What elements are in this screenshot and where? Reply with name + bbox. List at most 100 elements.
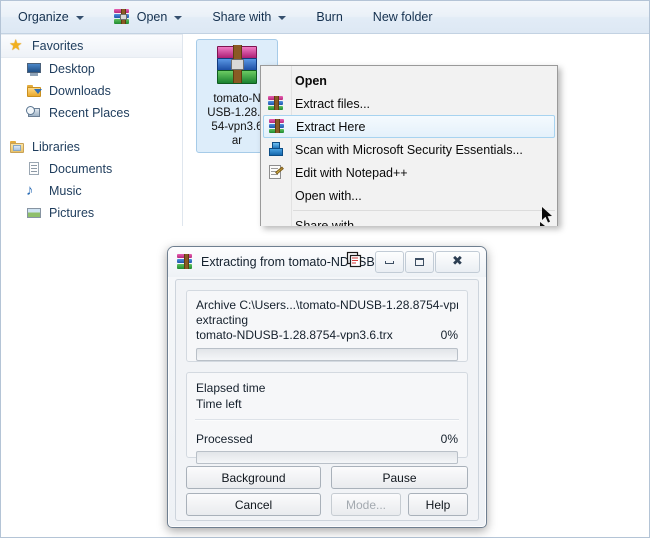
context-menu-item-label: Scan with Microsoft Security Essentials.… bbox=[295, 142, 523, 157]
mouse-cursor-icon bbox=[542, 207, 552, 223]
security-essentials-icon bbox=[268, 141, 284, 157]
elapsed-time-label: Elapsed time bbox=[196, 381, 266, 395]
processed-label: Processed bbox=[196, 432, 253, 446]
sidebar-item-desktop[interactable]: Desktop bbox=[1, 58, 182, 80]
navigation-pane: ★ Favorites Desktop Downloads Recent Pla… bbox=[1, 34, 183, 226]
context-menu-item-label: Extract Here bbox=[296, 119, 366, 134]
context-menu-item-label: Share with bbox=[295, 218, 355, 227]
archive-path-line: Archive C:\Users...\tomato-NDUSB-1.28.87… bbox=[196, 298, 458, 312]
toolbar-open-label: Open bbox=[136, 10, 168, 24]
maximize-button[interactable] bbox=[405, 251, 434, 273]
minimize-icon bbox=[385, 260, 394, 264]
background-button[interactable]: Background bbox=[186, 466, 321, 489]
context-menu-item-share-with[interactable]: Share with bbox=[261, 214, 557, 226]
pause-button-label: Pause bbox=[382, 470, 417, 485]
archive-progress-group: Archive C:\Users...\tomato-NDUSB-1.28.87… bbox=[186, 290, 468, 362]
mode-button-label: Mode... bbox=[345, 497, 387, 512]
desktop-icon bbox=[26, 61, 42, 77]
sidebar-item-label: Downloads bbox=[49, 84, 111, 98]
chevron-down-icon bbox=[278, 16, 287, 20]
background-button-label: Background bbox=[221, 470, 286, 485]
context-menu-item-open-with[interactable]: Open with... bbox=[261, 184, 557, 207]
recent-places-icon bbox=[26, 105, 42, 121]
explorer-toolbar: Organize Open Share with Burn New folder bbox=[1, 1, 649, 34]
libraries-icon bbox=[9, 139, 25, 155]
toolbar-new-folder-label: New folder bbox=[372, 10, 433, 24]
processed-progress-bar bbox=[196, 451, 458, 464]
mode-button: Mode... bbox=[331, 493, 401, 516]
pause-button[interactable]: Pause bbox=[331, 466, 468, 489]
close-icon: ✖ bbox=[452, 254, 463, 269]
toolbar-new-folder-button[interactable]: New folder bbox=[364, 5, 442, 29]
toolbar-open-button[interactable]: Open bbox=[105, 5, 192, 29]
context-menu-separator bbox=[293, 210, 555, 211]
cancel-button-label: Cancel bbox=[234, 497, 273, 512]
toolbar-share-with-button[interactable]: Share with bbox=[203, 5, 295, 29]
document-icon bbox=[26, 161, 42, 177]
sidebar-item-label: Music bbox=[49, 184, 82, 198]
context-menu-item-label: Edit with Notepad++ bbox=[295, 165, 408, 180]
processed-percent: 0% bbox=[440, 432, 458, 446]
dialog-title-bar[interactable]: Extracting from tomato-NDUSB... ✖ bbox=[168, 247, 486, 277]
sidebar-item-label: Recent Places bbox=[49, 106, 130, 120]
sidebar-item-documents[interactable]: Documents bbox=[1, 158, 182, 180]
toolbar-organize-button[interactable]: Organize bbox=[9, 5, 93, 29]
sidebar-item-downloads[interactable]: Downloads bbox=[1, 80, 182, 102]
sidebar-item-libraries[interactable]: Libraries bbox=[1, 136, 182, 158]
sidebar-item-recent-places[interactable]: Recent Places bbox=[1, 102, 182, 124]
chevron-down-icon bbox=[174, 16, 183, 20]
sidebar-item-label: Pictures bbox=[49, 206, 95, 220]
file-progress-bar bbox=[196, 348, 458, 361]
sidebar-item-label: Desktop bbox=[49, 62, 95, 76]
extraction-dialog[interactable]: Extracting from tomato-NDUSB... ✖ Archiv… bbox=[167, 246, 487, 528]
help-button-label: Help bbox=[425, 497, 451, 512]
winrar-icon bbox=[268, 95, 284, 111]
context-menu-item-label: Open bbox=[295, 73, 327, 88]
time-left-row: Time left bbox=[187, 396, 467, 412]
winrar-icon bbox=[113, 9, 131, 25]
current-file-name: tomato-NDUSB-1.28.8754-vpn3.6.trx bbox=[196, 328, 393, 342]
sidebar-item-music[interactable]: ♪ Music bbox=[1, 180, 182, 202]
current-file-row: tomato-NDUSB-1.28.8754-vpn3.6.trx 0% bbox=[196, 328, 458, 343]
status-line: extracting bbox=[196, 313, 249, 327]
dialog-title: Extracting from tomato-NDUSB... bbox=[201, 255, 386, 269]
context-menu-item-edit-with-notepadpp[interactable]: Edit with Notepad++ bbox=[261, 161, 557, 184]
sidebar-item-label: Favorites bbox=[32, 39, 84, 53]
toolbar-burn-button[interactable]: Burn bbox=[307, 5, 351, 29]
context-menu[interactable]: Open Extract files... Extract Here Scan … bbox=[260, 65, 558, 226]
music-note-icon: ♪ bbox=[26, 182, 34, 199]
cancel-button[interactable]: Cancel bbox=[186, 493, 321, 516]
time-left-label: Time left bbox=[196, 397, 242, 411]
context-menu-item-extract-files[interactable]: Extract files... bbox=[261, 92, 557, 115]
toolbar-burn-label: Burn bbox=[316, 10, 343, 24]
time-progress-group: Elapsed time Time left Processed 0% bbox=[186, 372, 468, 464]
sidebar-item-label: Libraries bbox=[32, 140, 80, 154]
picture-icon bbox=[26, 205, 42, 221]
help-button[interactable]: Help bbox=[408, 493, 468, 516]
notepadpp-icon bbox=[268, 164, 284, 180]
context-menu-item-scan-with-mse[interactable]: Scan with Microsoft Security Essentials.… bbox=[261, 138, 557, 161]
context-menu-item-open[interactable]: Open bbox=[261, 69, 557, 92]
toolbar-organize-label: Organize bbox=[18, 10, 69, 24]
close-button[interactable]: ✖ bbox=[435, 251, 480, 273]
context-menu-item-extract-here[interactable]: Extract Here bbox=[263, 115, 555, 138]
winrar-icon bbox=[177, 254, 194, 270]
minimize-button[interactable] bbox=[375, 251, 404, 273]
sidebar-item-pictures[interactable]: Pictures bbox=[1, 202, 182, 224]
elapsed-time-row: Elapsed time bbox=[187, 373, 467, 396]
winrar-icon bbox=[269, 118, 285, 134]
dialog-button-group: Background Pause Cancel Mode... Help bbox=[186, 466, 468, 516]
downloads-folder-icon bbox=[26, 83, 42, 99]
chevron-down-icon bbox=[75, 16, 84, 20]
window-controls: ✖ bbox=[374, 251, 480, 273]
current-file-percent: 0% bbox=[440, 328, 458, 342]
winrar-archive-icon bbox=[213, 45, 261, 89]
processed-row: Processed 0% bbox=[187, 421, 467, 447]
maximize-icon bbox=[415, 258, 424, 266]
star-icon: ★ bbox=[9, 37, 23, 54]
sidebar-item-label: Documents bbox=[49, 162, 113, 176]
dialog-body: Archive C:\Users...\tomato-NDUSB-1.28.87… bbox=[175, 279, 479, 521]
context-menu-item-label: Extract files... bbox=[295, 96, 371, 111]
sidebar-item-favorites[interactable]: ★ Favorites bbox=[1, 34, 182, 58]
